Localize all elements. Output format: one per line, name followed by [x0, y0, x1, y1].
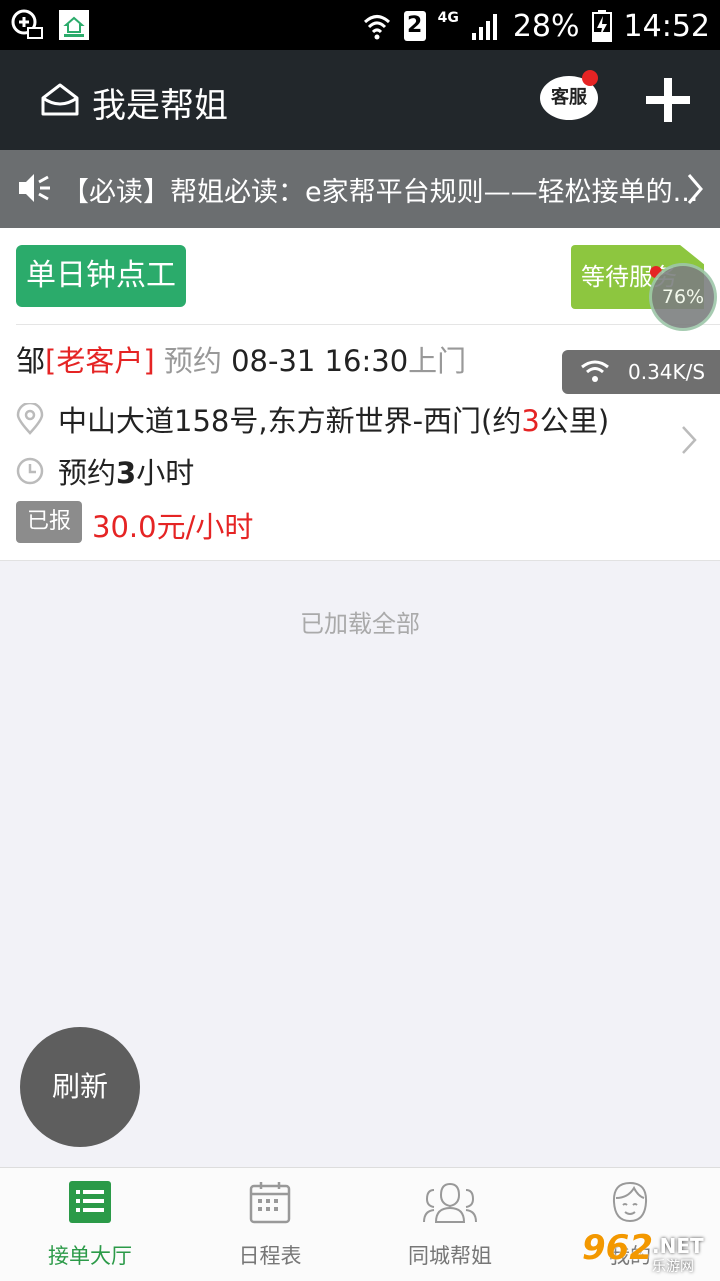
tab-label: 日程表	[238, 1244, 302, 1268]
net-speed-overlay: 0.34K/S	[562, 350, 720, 394]
battery-charging-icon	[591, 10, 612, 42]
page-title: 我是帮姐	[92, 86, 228, 126]
app-header: 我是帮姐 客服	[0, 50, 720, 150]
speaker-icon	[19, 174, 50, 202]
location-pin-icon	[16, 403, 44, 435]
app-notification-icon	[59, 10, 89, 40]
watermark-logo: 962 .NET 乐游网	[582, 1228, 720, 1280]
booking-suffix: 上门	[408, 344, 467, 378]
tab-local-helpers[interactable]: 同城帮姐	[360, 1168, 540, 1281]
net-speed-value: 0.34K/S	[628, 360, 706, 384]
booking-prefix: 预约	[163, 344, 222, 378]
notice-text: 【必读】帮姐必读：e家帮平台规则——轻松接单的...	[62, 177, 699, 208]
reported-badge: 已报	[16, 501, 82, 543]
people-icon	[423, 1182, 477, 1223]
order-card[interactable]: 单日钟点工 等待服务 邹[老客户] 预约 08-31 16:30上门 0.34K…	[0, 228, 720, 561]
wifi-status-icon	[363, 15, 390, 40]
network-type: 4G	[437, 10, 459, 26]
app-logo-icon	[41, 83, 79, 116]
tab-schedule[interactable]: 日程表	[180, 1168, 360, 1281]
chevron-right-icon	[682, 426, 697, 454]
wifi-icon	[581, 360, 609, 382]
customer-tag: [老客户]	[45, 344, 155, 378]
card-divider	[16, 324, 720, 325]
duration-row: 预约3小时	[16, 450, 194, 492]
signal-icon	[471, 14, 497, 40]
distance-value: 3	[521, 404, 540, 438]
calendar-icon	[249, 1182, 291, 1224]
refresh-button[interactable]: 刷新	[20, 1027, 140, 1147]
notice-bar[interactable]: 【必读】帮姐必读：e家帮平台规则——轻松接单的...	[0, 150, 720, 228]
address-text: 中山大道158号,东方新世界-西门(约3公里)	[58, 404, 610, 438]
booking-datetime: 08-31 16:30	[231, 344, 409, 378]
tab-label: 同城帮姐	[408, 1244, 492, 1268]
price-text: 30.0元/小时	[92, 510, 254, 544]
battery-percent: 28%	[512, 8, 580, 44]
notification-dot	[582, 70, 598, 86]
add-button[interactable]	[644, 76, 694, 126]
customer-name: 邹	[16, 344, 46, 378]
customer-service-button[interactable]: 客服	[540, 70, 600, 124]
chevron-right-icon	[687, 174, 703, 204]
status-bar: 2 4G 28% 14:52	[0, 0, 720, 50]
tab-label: 接单大厅	[48, 1244, 132, 1268]
duration-text: 预约3小时	[58, 456, 195, 490]
duration-hours: 3	[116, 456, 137, 490]
address-row: 中山大道158号,东方新世界-西门(约3公里)	[16, 398, 609, 440]
watermark-number: 962	[582, 1228, 653, 1268]
sim-indicator: 2	[403, 11, 426, 41]
face-icon	[612, 1181, 648, 1223]
clock-icon	[16, 457, 44, 485]
watermark-site: 乐游网	[652, 1259, 694, 1275]
list-footer: 已加载全部	[300, 610, 420, 638]
order-type-badge: 单日钟点工	[16, 245, 186, 307]
add-contact-icon	[11, 9, 43, 39]
customer-line: 邹[老客户] 预约 08-31 16:30上门	[16, 338, 466, 380]
clock: 14:52	[623, 8, 710, 44]
floating-progress-bubble[interactable]: 76%	[652, 266, 714, 328]
list-icon	[69, 1181, 111, 1223]
watermark-net: .NET	[652, 1234, 704, 1258]
tab-order-hall[interactable]: 接单大厅	[0, 1168, 180, 1281]
